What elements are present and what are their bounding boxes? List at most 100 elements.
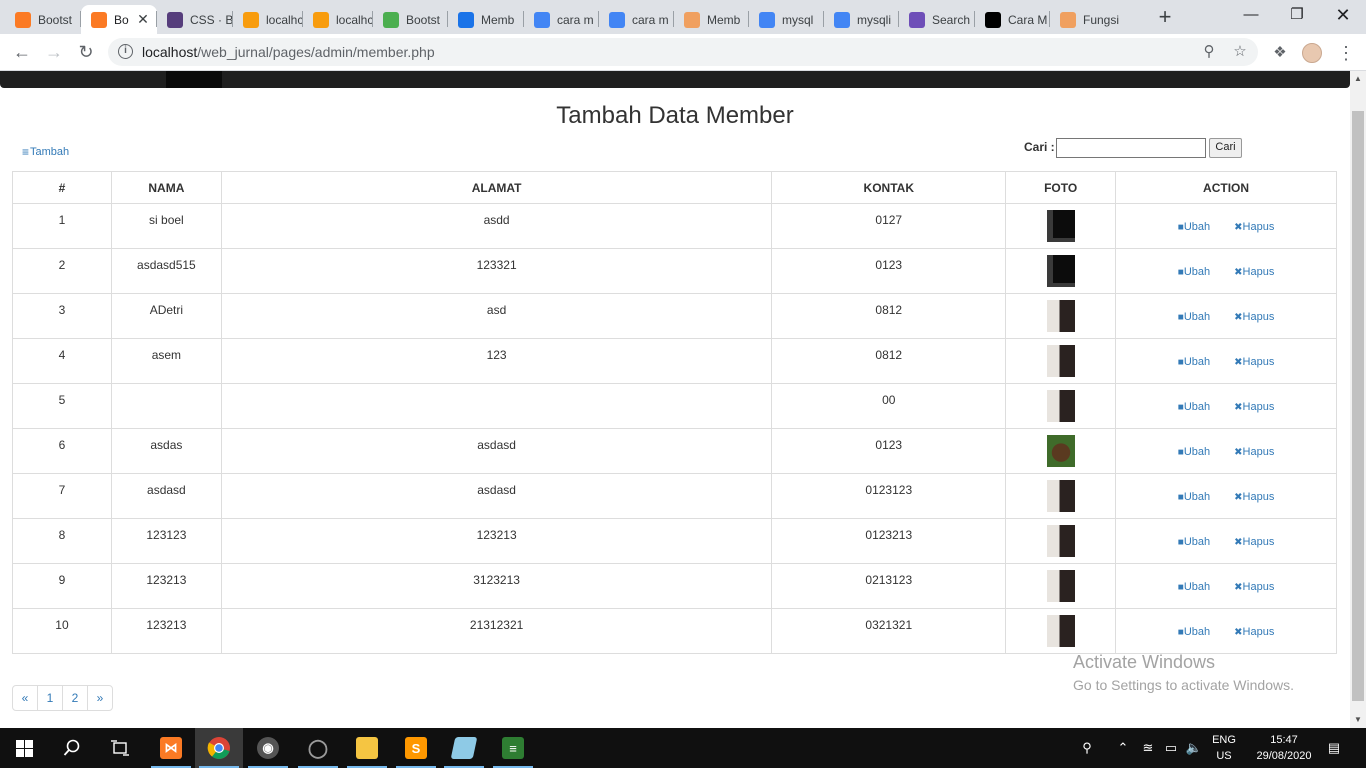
edit-link-label: Ubah: [1183, 536, 1211, 548]
browser-tab[interactable]: Memb: [448, 5, 524, 34]
edit-link[interactable]: ■Ubah: [1178, 626, 1210, 638]
browser-tab[interactable]: localhc: [303, 5, 373, 34]
close-icon: ✖: [1234, 357, 1243, 368]
edit-link[interactable]: ■Ubah: [1178, 401, 1210, 413]
delete-link[interactable]: ✖Hapus: [1234, 446, 1274, 458]
delete-link[interactable]: ✖Hapus: [1234, 491, 1274, 503]
taskbar-sublime-text[interactable]: S: [392, 728, 440, 768]
taskbar-mouse-app[interactable]: ◯: [294, 728, 342, 768]
task-view-icon: [111, 740, 129, 756]
page-link[interactable]: 1: [37, 685, 63, 711]
minimize-button[interactable]: —: [1228, 0, 1274, 32]
taskbar-chrome[interactable]: [195, 728, 243, 768]
edit-link[interactable]: ■Ubah: [1178, 446, 1210, 458]
taskbar-xampp[interactable]: ⋈: [147, 728, 195, 768]
extensions-puzzle-icon[interactable]: ❖: [1268, 41, 1292, 65]
browser-tab[interactable]: Cara M: [975, 5, 1050, 34]
delete-link[interactable]: ✖Hapus: [1234, 356, 1274, 368]
browser-tab-label: cara m: [557, 12, 594, 27]
taskbar-spreadsheet-app[interactable]: ≡: [489, 728, 537, 768]
close-icon: ✖: [1234, 537, 1243, 548]
bookmark-star-icon[interactable]: ☆: [1229, 41, 1251, 63]
task-view-button[interactable]: [96, 728, 144, 768]
taskbar-file-explorer[interactable]: [343, 728, 391, 768]
google-icon: [759, 11, 775, 28]
people-icon[interactable]: ⚲: [1075, 728, 1099, 768]
maximize-button[interactable]: ❐: [1274, 0, 1320, 32]
edit-link[interactable]: ■Ubah: [1178, 581, 1210, 593]
edit-link[interactable]: ■Ubah: [1178, 356, 1210, 368]
browser-tab[interactable]: localhc: [233, 5, 303, 34]
browser-tab[interactable]: mysql: [749, 5, 824, 34]
notifications-icon[interactable]: ▤: [1322, 728, 1346, 768]
search-icon: [63, 739, 80, 756]
input-language[interactable]: ENG US: [1208, 732, 1240, 764]
media-disc-icon: ◉: [257, 737, 279, 759]
search-button[interactable]: Cari: [1209, 138, 1242, 158]
browser-tab[interactable]: cara m: [524, 5, 599, 34]
edit-link[interactable]: ■Ubah: [1178, 221, 1210, 233]
wifi-icon[interactable]: ≊: [1138, 728, 1158, 768]
member-photo: [1046, 615, 1075, 647]
browser-tab[interactable]: CSS · B: [157, 5, 233, 34]
page-scrollbar[interactable]: ▲ ▼: [1350, 71, 1366, 728]
back-button[interactable]: ←: [8, 39, 36, 67]
folder-icon: [356, 737, 378, 759]
menu-kebab-icon[interactable]: ⋮: [1334, 41, 1358, 65]
battery-icon[interactable]: ▭: [1160, 728, 1182, 768]
search-input[interactable]: [1056, 138, 1206, 158]
cell-alamat: asdd: [220, 203, 773, 249]
search-label: Cari :: [1024, 140, 1055, 154]
navbar-active-item[interactable]: [166, 71, 222, 88]
zoom-search-icon[interactable]: ⚲: [1198, 41, 1220, 63]
delete-link[interactable]: ✖Hapus: [1234, 221, 1274, 233]
browser-tab[interactable]: Bo ✕: [81, 5, 157, 34]
new-tab-button[interactable]: +: [1153, 6, 1177, 30]
delete-link[interactable]: ✖Hapus: [1234, 581, 1274, 593]
scroll-down-arrow-icon[interactable]: ▼: [1350, 712, 1366, 728]
add-member-link[interactable]: ≡ Tambah: [22, 145, 69, 159]
scroll-up-arrow-icon[interactable]: ▲: [1350, 71, 1366, 87]
close-tab-icon[interactable]: ✕: [135, 11, 151, 27]
page-link[interactable]: »: [87, 685, 113, 711]
delete-link[interactable]: ✖Hapus: [1234, 401, 1274, 413]
browser-tab[interactable]: cara m: [599, 5, 674, 34]
cell-foto: [1005, 563, 1117, 609]
reload-button[interactable]: ↻: [72, 39, 100, 67]
tray-chevron-icon[interactable]: ⌃: [1112, 728, 1134, 768]
delete-link[interactable]: ✖Hapus: [1234, 626, 1274, 638]
page-link[interactable]: «: [12, 685, 38, 711]
edit-link[interactable]: ■Ubah: [1178, 311, 1210, 323]
site-info-icon[interactable]: i: [118, 44, 133, 59]
volume-icon[interactable]: 🔈: [1184, 728, 1204, 768]
taskbar-search-button[interactable]: [48, 728, 96, 768]
browser-tab[interactable]: mysqli: [824, 5, 899, 34]
cell-nama: 123123: [110, 518, 222, 564]
member-photo: [1046, 255, 1075, 287]
forward-button[interactable]: →: [40, 39, 68, 67]
close-window-button[interactable]: ✕: [1320, 0, 1366, 32]
browser-tab[interactable]: Fungsi: [1050, 5, 1126, 34]
edit-link[interactable]: ■Ubah: [1178, 536, 1210, 548]
cell-foto: [1005, 518, 1117, 564]
table-row: 9 123213 3123213 0213123 ■Ubah ✖Hapus: [12, 563, 1337, 609]
page-link[interactable]: 2: [62, 685, 88, 711]
taskbar-media-app[interactable]: ◉: [244, 728, 292, 768]
system-clock[interactable]: 15:47 29/08/2020: [1246, 732, 1322, 764]
browser-tab[interactable]: Memb: [674, 5, 749, 34]
cell-alamat: asdasd: [220, 473, 773, 519]
browser-tab[interactable]: Search: [899, 5, 975, 34]
delete-link[interactable]: ✖Hapus: [1234, 311, 1274, 323]
cell-kontak: 0812: [771, 338, 1007, 384]
edit-link[interactable]: ■Ubah: [1178, 491, 1210, 503]
delete-link[interactable]: ✖Hapus: [1234, 266, 1274, 278]
edit-link[interactable]: ■Ubah: [1178, 266, 1210, 278]
address-bar[interactable]: i localhost/web_jurnal/pages/admin/membe…: [108, 38, 1258, 66]
browser-tab[interactable]: Bootst: [5, 5, 81, 34]
profile-avatar[interactable]: [1302, 43, 1322, 63]
start-button[interactable]: [0, 728, 48, 768]
scroll-thumb[interactable]: [1352, 111, 1364, 701]
taskbar-notes-app[interactable]: [440, 728, 488, 768]
delete-link[interactable]: ✖Hapus: [1234, 536, 1274, 548]
browser-tab[interactable]: Bootst: [373, 5, 448, 34]
